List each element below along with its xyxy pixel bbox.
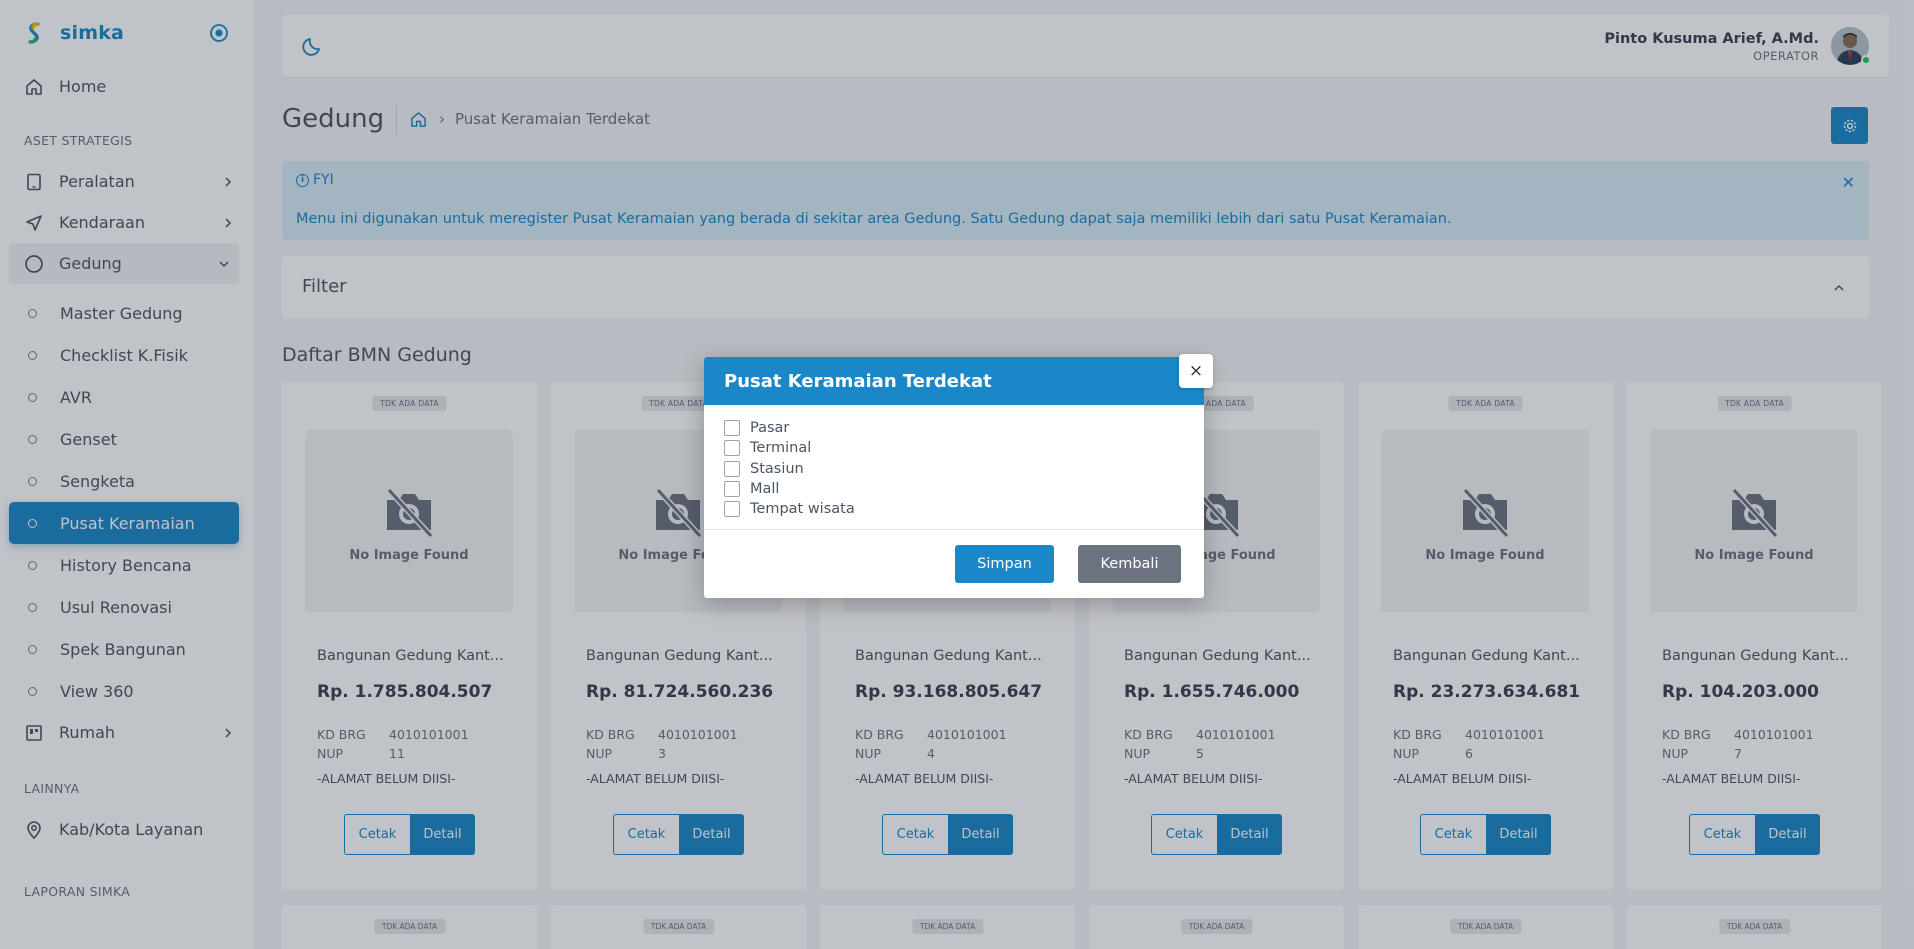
pusat-keramaian-modal: Pusat Keramaian Terdekat × Pasar Termina… xyxy=(704,354,1213,598)
option-label: Tempat wisata xyxy=(750,501,855,518)
back-button[interactable]: Kembali xyxy=(1078,545,1181,583)
checkbox[interactable] xyxy=(724,481,740,498)
modal-divider xyxy=(704,529,1204,530)
option-label: Mall xyxy=(750,481,780,498)
checkbox[interactable] xyxy=(724,440,740,457)
option-stasiun[interactable]: Stasiun xyxy=(724,459,1204,479)
option-label: Stasiun xyxy=(750,460,804,477)
modal-title: Pusat Keramaian Terdekat xyxy=(704,357,1204,405)
checkbox[interactable] xyxy=(724,501,740,518)
checkbox[interactable] xyxy=(724,460,740,477)
save-button[interactable]: Simpan xyxy=(955,545,1054,583)
close-button[interactable]: × xyxy=(1179,354,1213,388)
option-mall[interactable]: Mall xyxy=(724,479,1204,499)
checkbox[interactable] xyxy=(724,420,740,437)
option-terminal[interactable]: Terminal xyxy=(724,438,1204,458)
option-label: Terminal xyxy=(750,440,812,457)
option-label: Pasar xyxy=(750,420,790,437)
option-pasar[interactable]: Pasar xyxy=(724,418,1204,438)
option-tempat-wisata[interactable]: Tempat wisata xyxy=(724,499,1204,519)
options-list: Pasar Terminal Stasiun Mall Tempat wisat… xyxy=(704,405,1204,519)
